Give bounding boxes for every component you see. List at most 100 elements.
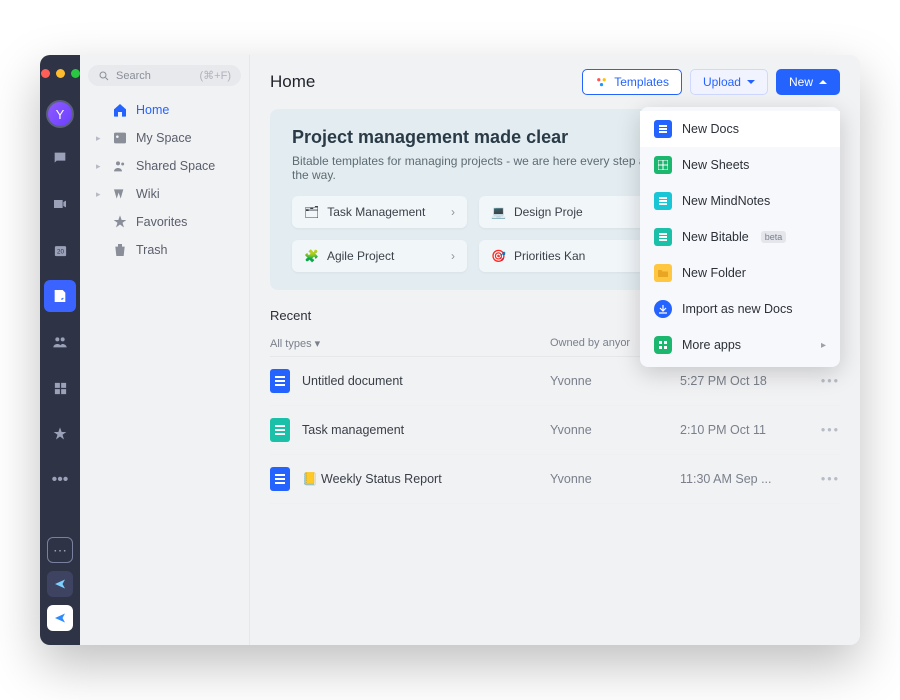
- folder-icon: [654, 264, 672, 282]
- page-title: Home: [270, 72, 315, 92]
- avatar[interactable]: Y: [46, 100, 74, 128]
- contacts-icon[interactable]: [44, 326, 76, 358]
- sidebar-item-favorites[interactable]: Favorites: [88, 208, 241, 236]
- menu-label: More apps: [682, 338, 741, 352]
- workspace-icon[interactable]: [44, 372, 76, 404]
- menu-item-new-folder[interactable]: New Folder: [640, 255, 840, 291]
- app-switcher-icon[interactable]: ⋯: [47, 537, 73, 563]
- search-icon: [98, 70, 110, 82]
- menu-item-import-docs[interactable]: Import as new Docs: [640, 291, 840, 327]
- sidebar-item-trash[interactable]: Trash: [88, 236, 241, 264]
- doc-name: Untitled document: [302, 374, 550, 388]
- send-icon-2[interactable]: [47, 605, 73, 631]
- button-label: New: [789, 75, 813, 89]
- search-shortcut: (⌘+F): [200, 69, 231, 82]
- template-chip-agile[interactable]: 🧩Agile Project›: [292, 240, 467, 272]
- sheets-icon: [654, 156, 672, 174]
- templates-button[interactable]: Templates: [582, 69, 682, 95]
- chip-label: Design Proje: [514, 205, 583, 219]
- chip-label: Agile Project: [327, 249, 394, 263]
- sidebar-item-shared-space[interactable]: ▸ Shared Space: [88, 152, 241, 180]
- templates-icon: [595, 76, 608, 89]
- new-dropdown-menu: New Docs New Sheets New MindNotes New Bi…: [640, 107, 840, 367]
- sidebar-label: Shared Space: [136, 159, 215, 173]
- main-content: Home Templates Upload New Project manage…: [250, 55, 860, 645]
- new-button[interactable]: New: [776, 69, 840, 95]
- home-icon: [112, 102, 128, 118]
- menu-label: New Folder: [682, 266, 746, 280]
- filter-type[interactable]: All types ▾: [270, 337, 550, 350]
- chevron-up-icon: [819, 80, 827, 84]
- beta-badge: beta: [761, 231, 787, 243]
- search-input[interactable]: Search (⌘+F): [88, 65, 241, 86]
- docs-icon[interactable]: [44, 280, 76, 312]
- mindnotes-icon: [654, 192, 672, 210]
- sidebar-item-my-space[interactable]: ▸ My Space: [88, 124, 241, 152]
- doc-name: Task management: [302, 423, 550, 437]
- doc-owner: Yvonne: [550, 374, 680, 388]
- more-icon[interactable]: •••: [44, 464, 76, 496]
- send-icon-1[interactable]: [47, 571, 73, 597]
- sidebar-item-wiki[interactable]: ▸ Wiki: [88, 180, 241, 208]
- template-chip-priorities[interactable]: 🎯Priorities Kan: [479, 240, 654, 272]
- doc-time: 5:27 PM Oct 18: [680, 374, 821, 388]
- menu-item-more-apps[interactable]: More apps▸: [640, 327, 840, 363]
- chip-label: Task Management: [327, 205, 425, 219]
- row-more-icon[interactable]: •••: [821, 472, 840, 486]
- doc-name: 📒 Weekly Status Report: [302, 472, 550, 487]
- doc-time: 2:10 PM Oct 11: [680, 423, 821, 437]
- window-controls[interactable]: [41, 65, 80, 86]
- recent-row[interactable]: 📒 Weekly Status Report Yvonne 11:30 AM S…: [270, 455, 840, 504]
- sidebar-label: Trash: [136, 243, 168, 257]
- sidebar-label: Home: [136, 103, 169, 117]
- template-chip-design[interactable]: 💻Design Proje: [479, 196, 654, 228]
- avatar-initial: Y: [56, 107, 65, 122]
- sidebar-label: Favorites: [136, 215, 187, 229]
- docs-icon: [654, 120, 672, 138]
- my-space-icon: [112, 130, 128, 146]
- star-icon[interactable]: [44, 418, 76, 450]
- shared-icon: [112, 158, 128, 174]
- template-chip-task[interactable]: 🗂Task Management›: [292, 196, 467, 228]
- page-header: Home Templates Upload New: [270, 69, 840, 95]
- menu-label: Import as new Docs: [682, 302, 792, 316]
- menu-item-new-bitable[interactable]: New Bitablebeta: [640, 219, 840, 255]
- banner-subtitle: Bitable templates for managing projects …: [292, 154, 672, 182]
- wiki-icon: [112, 186, 128, 202]
- menu-item-new-mindnotes[interactable]: New MindNotes: [640, 183, 840, 219]
- chip-label: Priorities Kan: [514, 249, 585, 263]
- doc-owner: Yvonne: [550, 423, 680, 437]
- import-icon: [654, 300, 672, 318]
- row-more-icon[interactable]: •••: [821, 374, 840, 388]
- calendar-icon[interactable]: 20: [44, 234, 76, 266]
- doc-time: 11:30 AM Sep ...: [680, 472, 821, 486]
- sidebar-item-home[interactable]: Home: [88, 96, 241, 124]
- button-label: Upload: [703, 75, 741, 89]
- doc-icon: [270, 369, 290, 393]
- chevron-down-icon: [747, 80, 755, 84]
- chevron-right-icon: ›: [451, 205, 455, 219]
- more-apps-icon: [654, 336, 672, 354]
- menu-label: New Docs: [682, 122, 739, 136]
- doc-owner: Yvonne: [550, 472, 680, 486]
- search-placeholder: Search: [116, 70, 151, 82]
- bitable-icon: [654, 228, 672, 246]
- sidebar-label: Wiki: [136, 187, 160, 201]
- sheet-icon: [270, 418, 290, 442]
- row-more-icon[interactable]: •••: [821, 423, 840, 437]
- menu-item-new-sheets[interactable]: New Sheets: [640, 147, 840, 183]
- upload-button[interactable]: Upload: [690, 69, 768, 95]
- doc-icon: [270, 467, 290, 491]
- left-rail: Y 20 ••• ⋯: [40, 55, 80, 645]
- svg-text:20: 20: [57, 248, 64, 255]
- recent-row[interactable]: Task management Yvonne 2:10 PM Oct 11 ••…: [270, 406, 840, 455]
- video-icon[interactable]: [44, 188, 76, 220]
- chat-icon[interactable]: [44, 142, 76, 174]
- menu-label: New MindNotes: [682, 194, 770, 208]
- chevron-right-icon: ›: [451, 249, 455, 263]
- button-label: Templates: [614, 75, 669, 89]
- favorites-icon: [112, 214, 128, 230]
- sidebar-label: My Space: [136, 131, 192, 145]
- menu-item-new-docs[interactable]: New Docs: [640, 111, 840, 147]
- app-window: Y 20 ••• ⋯ Search (⌘+F) Home ▸ My: [40, 55, 860, 645]
